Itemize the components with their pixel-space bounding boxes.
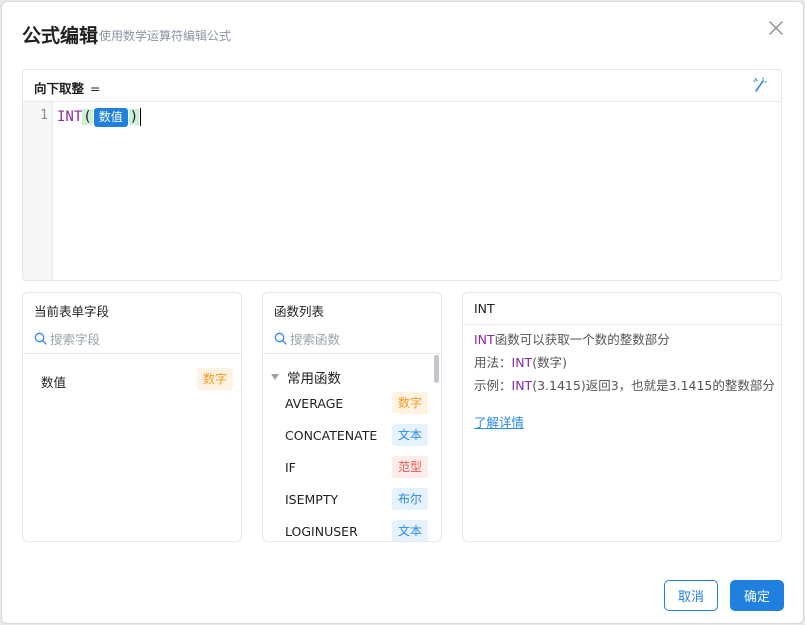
formula-editor-dialog: 公式编辑 使用数学运算符编辑公式 向下取整 = 1 INT(数值) 当前表单… [1,1,804,624]
function-item-average[interactable]: AVERAGE 数字 [263,387,429,419]
function-detail-panel: INT INT函数可以获取一个数的整数部分 用法：INT(数字) 示例：INT(… [462,292,782,542]
editor-header: 向下取整 = [23,70,781,102]
close-icon [769,21,783,35]
function-group-label: 常用函数 [287,371,341,387]
function-type-tag: 文本 [391,424,428,446]
function-list-scrollbar[interactable] [434,355,439,383]
function-search-box [263,325,441,354]
search-icon [34,332,47,345]
function-item-name: IF [285,460,296,475]
confirm-button[interactable]: 确定 [730,580,784,611]
description-fn-name: INT [474,332,495,347]
target-field-name: 向下取整 [34,81,85,96]
example-fn-name: INT [511,378,533,393]
field-search-input[interactable] [50,329,230,349]
code-close-paren: ) [128,109,140,125]
caret-down-icon [271,374,279,380]
field-search-box [23,325,241,354]
code-open-paren: ( [82,109,93,125]
close-button[interactable] [767,19,785,37]
dialog-subtitle: 使用数学运算符编辑公式 [99,29,232,43]
fields-panel-title: 当前表单字段 [34,304,110,319]
field-item[interactable]: 数值 数字 [23,363,241,395]
field-type-tag: 数字 [196,368,233,390]
formula-code-area[interactable]: INT(数值) [57,106,781,280]
function-group-common[interactable]: 常用函数 [271,367,341,387]
usage-fn-name: INT [511,355,533,370]
detail-divider [463,324,781,325]
function-example: 示例：INT(3.1415)返回3，也就是3.1415的整数部分 [474,375,775,394]
function-type-tag: 数字 [391,392,428,414]
equals-sign: = [90,81,101,96]
function-usage: 用法：INT(数字) [474,352,567,371]
dialog-title: 公式编辑 [22,25,99,47]
line-gutter: 1 [23,102,53,280]
field-item-name: 数值 [41,375,67,390]
fields-panel: 当前表单字段 数值 数字 [22,292,242,542]
usage-text: (数字) [532,355,567,370]
code-line: INT(数值) [57,106,781,128]
function-item-if[interactable]: IF 范型 [263,451,429,483]
function-item-concatenate[interactable]: CONCATENATE 文本 [263,419,429,451]
function-item-isempty[interactable]: ISEMPTY 布尔 [263,483,429,515]
description-text: 函数可以获取一个数的整数部分 [494,332,670,347]
search-icon [274,332,287,345]
function-type-tag: 范型 [391,456,428,478]
function-item-name: AVERAGE [285,396,344,411]
function-item-name: CONCATENATE [285,428,378,443]
line-number: 1 [40,108,48,123]
code-field-chip[interactable]: 数值 [93,107,128,127]
learn-more-link[interactable]: 了解详情 [474,412,524,431]
function-description: INT函数可以获取一个数的整数部分 [474,329,670,348]
function-type-tag: 布尔 [391,488,428,510]
function-item-name: ISEMPTY [285,492,339,507]
text-caret [140,108,142,126]
detail-panel-title: INT [474,301,495,316]
example-text: (3.1415)返回3，也就是3.1415的整数部分 [532,378,775,393]
formula-editor: 向下取整 = 1 INT(数值) [22,69,782,281]
example-label: 示例： [474,378,512,393]
function-item-name: LOGINUSER [285,524,358,539]
functions-panel: 函数列表 常用函数 AVERAGE 数字 CONCATENATE 文本 IF 范… [262,292,442,542]
functions-panel-title: 函数列表 [274,304,325,319]
format-wand-button[interactable] [752,77,768,93]
cancel-button[interactable]: 取消 [664,580,718,611]
target-field-label: 向下取整 = [34,78,101,97]
function-item-loginuser[interactable]: LOGINUSER 文本 [263,515,429,541]
function-type-tag: 文本 [391,520,428,541]
code-function-name: INT [57,109,83,125]
usage-label: 用法： [474,355,512,370]
magic-wand-icon [753,77,767,92]
function-search-input[interactable] [290,329,430,349]
editor-body: 1 INT(数值) [23,102,781,280]
